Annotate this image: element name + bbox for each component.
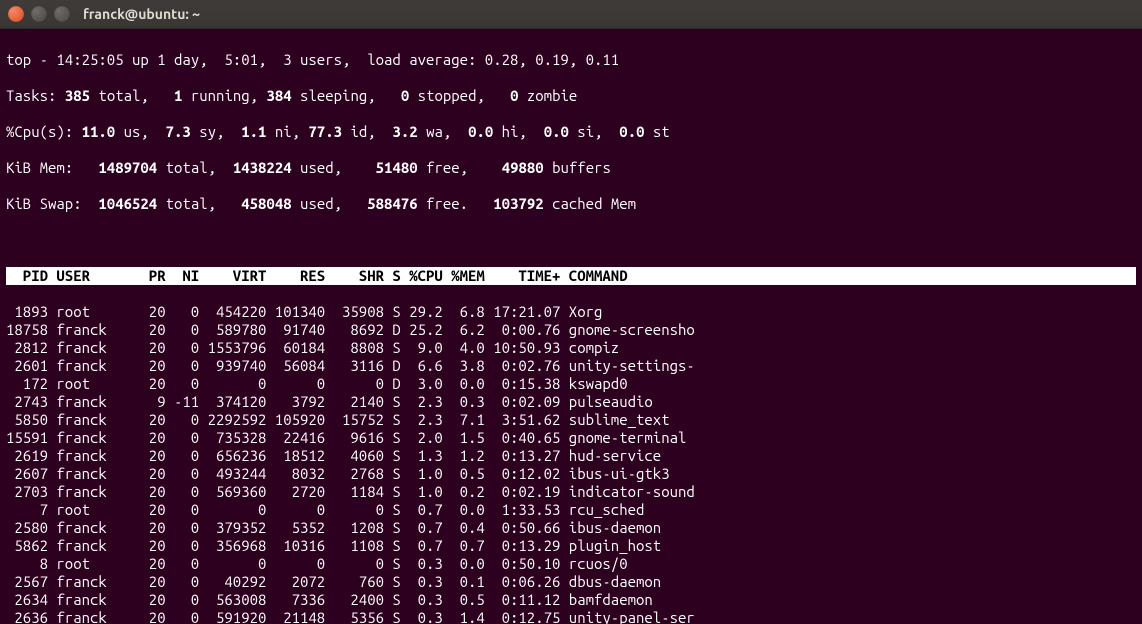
- table-row: 172 root 20 0 0 0 0 D 3.0 0.0 0:15.38 ks…: [6, 375, 1136, 393]
- mem-buffers: 49880: [502, 159, 544, 176]
- table-row: 8 root 20 0 0 0 0 S 0.3 0.0 0:50.10 rcuo…: [6, 555, 1136, 573]
- blank-line: [6, 231, 1136, 249]
- table-row: 2634 franck 20 0 563008 7336 2400 S 0.3 …: [6, 591, 1136, 609]
- window-titlebar[interactable]: franck@ubuntu: ~: [0, 0, 1142, 29]
- table-row: 2567 franck 20 0 40292 2072 760 S 0.3 0.…: [6, 573, 1136, 591]
- table-row: 1893 root 20 0 454220 101340 35908 S 29.…: [6, 303, 1136, 321]
- summary-swap: KiB Swap: 1046524 total, 458048 used, 58…: [6, 195, 1136, 213]
- summary-tasks: Tasks: 385 total, 1 running, 384 sleepin…: [6, 87, 1136, 105]
- swap-free: 588476: [367, 195, 417, 212]
- cpu-st: 0.0: [619, 123, 644, 140]
- table-row: 2703 franck 20 0 569360 2720 1184 S 1.0 …: [6, 483, 1136, 501]
- close-icon[interactable]: [8, 6, 24, 22]
- table-row: 7 root 20 0 0 0 0 S 0.7 0.0 1:33.53 rcu_…: [6, 501, 1136, 519]
- mem-used: 1438224: [233, 159, 292, 176]
- terminal[interactable]: top - 14:25:05 up 1 day, 5:01, 3 users, …: [0, 29, 1142, 624]
- table-row: 2636 franck 20 0 591920 21148 5356 S 0.3…: [6, 609, 1136, 624]
- process-table-body: 1893 root 20 0 454220 101340 35908 S 29.…: [6, 303, 1136, 624]
- tasks-zombie: 0: [510, 87, 518, 104]
- table-row: 15591 franck 20 0 735328 22416 9616 S 2.…: [6, 429, 1136, 447]
- table-row: 18758 franck 20 0 589780 91740 8692 D 25…: [6, 321, 1136, 339]
- tasks-running: 1: [174, 87, 182, 104]
- summary-mem: KiB Mem: 1489704 total, 1438224 used, 51…: [6, 159, 1136, 177]
- cpu-sy: 7.3: [166, 123, 191, 140]
- cpu-ni: 1.1: [241, 123, 266, 140]
- cpu-hi: 0.0: [468, 123, 493, 140]
- table-row: 2812 franck 20 0 1553796 60184 8808 S 9.…: [6, 339, 1136, 357]
- table-row: 2580 franck 20 0 379352 5352 1208 S 0.7 …: [6, 519, 1136, 537]
- mem-total: 1489704: [98, 159, 157, 176]
- table-row: 2619 franck 20 0 656236 18512 4060 S 1.3…: [6, 447, 1136, 465]
- tasks-stopped: 0: [401, 87, 409, 104]
- table-row: 5850 franck 20 0 2292592 105920 15752 S …: [6, 411, 1136, 429]
- summary-line-1: top - 14:25:05 up 1 day, 5:01, 3 users, …: [6, 51, 1136, 69]
- table-row: 2743 franck 9 -11 374120 3792 2140 S 2.3…: [6, 393, 1136, 411]
- table-row: 2607 franck 20 0 493244 8032 2768 S 1.0 …: [6, 465, 1136, 483]
- tasks-sleeping: 384: [266, 87, 291, 104]
- tasks-total: 385: [65, 87, 90, 104]
- swap-used: 458048: [241, 195, 291, 212]
- cpu-wa: 3.2: [392, 123, 417, 140]
- minimize-icon[interactable]: [31, 6, 47, 22]
- table-row: 2601 franck 20 0 939740 56084 3116 D 6.6…: [6, 357, 1136, 375]
- maximize-icon[interactable]: [54, 6, 70, 22]
- summary-cpu: %Cpu(s): 11.0 us, 7.3 sy, 1.1 ni, 77.3 i…: [6, 123, 1136, 141]
- mem-free: 51480: [376, 159, 418, 176]
- process-table-header: PID USER PR NI VIRT RES SHR S %CPU %MEM …: [6, 267, 1136, 285]
- table-row: 5862 franck 20 0 356968 10316 1108 S 0.7…: [6, 537, 1136, 555]
- cpu-id: 77.3: [308, 123, 342, 140]
- swap-cached: 103792: [493, 195, 543, 212]
- cpu-us: 11.0: [82, 123, 116, 140]
- swap-total: 1046524: [98, 195, 157, 212]
- cpu-si: 0.0: [544, 123, 569, 140]
- window-title: franck@ubuntu: ~: [83, 6, 200, 22]
